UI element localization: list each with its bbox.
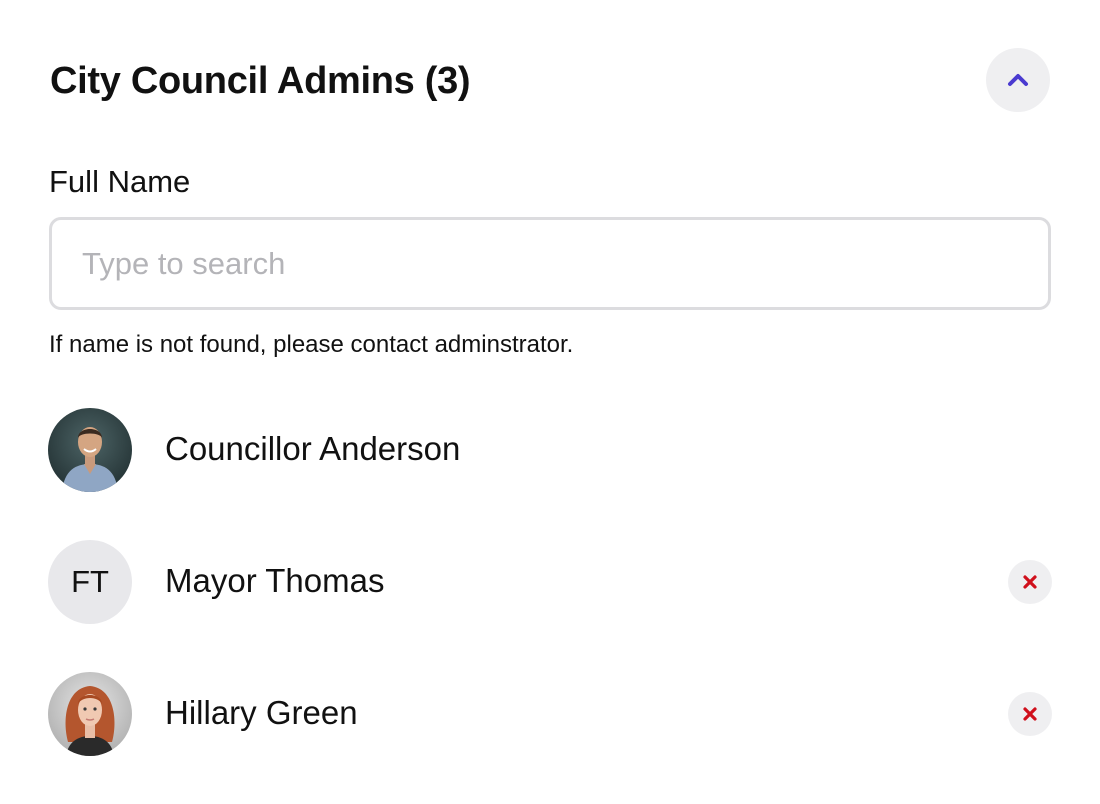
avatar: FT [48, 540, 132, 624]
avatar-photo [48, 408, 132, 492]
admin-name: Mayor Thomas [165, 562, 385, 599]
admin-row: Councillor Anderson [48, 408, 1052, 492]
collapse-button[interactable] [986, 48, 1050, 112]
close-icon [1023, 707, 1037, 721]
admin-row: Hillary Green [48, 672, 1052, 756]
avatar-initials: FT [71, 564, 109, 599]
chevron-up-icon [1008, 74, 1028, 86]
section-title: City Council Admins (3) [50, 60, 471, 102]
admin-name: Hillary Green [165, 694, 358, 731]
search-field[interactable] [49, 217, 1051, 310]
remove-admin-button[interactable] [1008, 692, 1052, 736]
admin-row: FT Mayor Thomas [48, 540, 1052, 624]
full-name-label: Full Name [49, 164, 191, 199]
admin-name: Councillor Anderson [165, 430, 461, 467]
avatar [48, 408, 132, 492]
helper-text: If name is not found, please contact adm… [49, 331, 574, 358]
search-input[interactable] [52, 220, 1048, 307]
close-icon [1023, 575, 1037, 589]
remove-admin-button[interactable] [1008, 560, 1052, 604]
avatar [48, 672, 132, 756]
section-header: City Council Admins (3) [50, 48, 1050, 112]
avatar-photo [48, 672, 132, 756]
